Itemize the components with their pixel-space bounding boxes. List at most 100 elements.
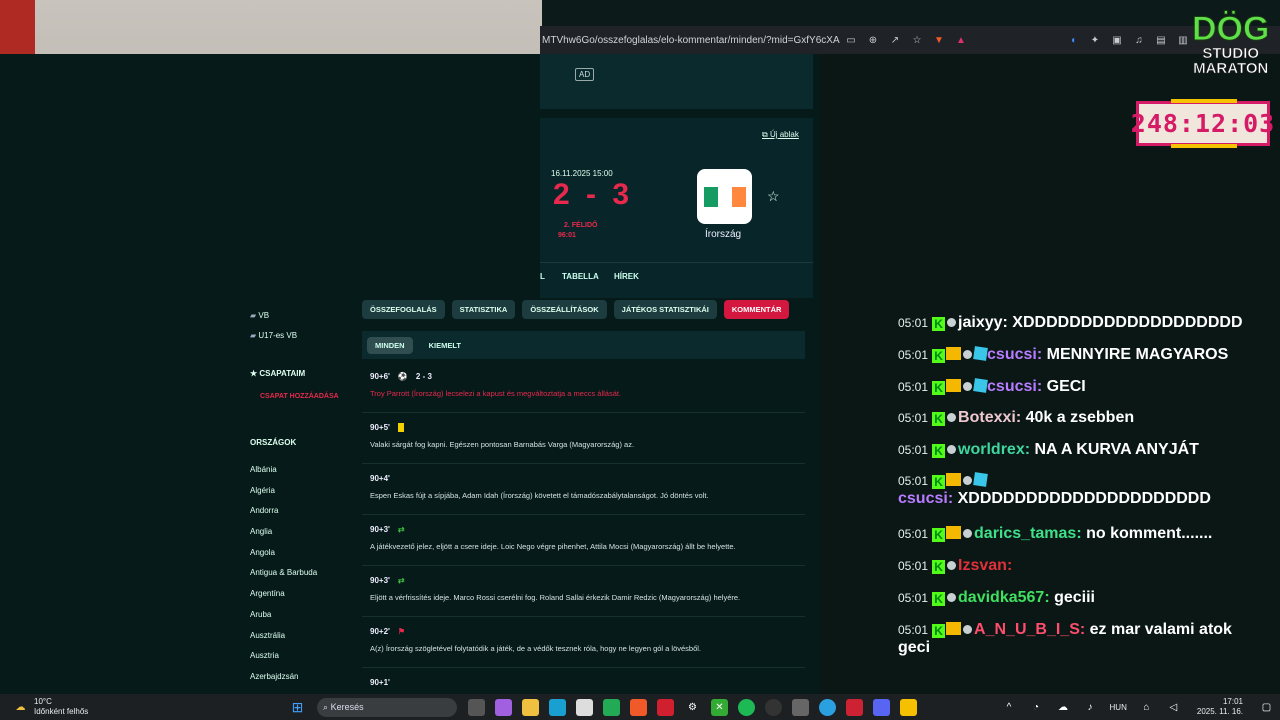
country-item[interactable]: Andorra xyxy=(250,506,350,527)
subtab-highlighted[interactable]: KIEMELT xyxy=(421,337,469,354)
chat-username[interactable]: csucsi xyxy=(987,346,1037,363)
commentary-item: 90+5' Valaki sárgát fog kapni. Egészen p… xyxy=(362,413,805,464)
volume-icon[interactable]: ◁ xyxy=(1165,699,1182,716)
corner-flag-icon: ⚑ xyxy=(397,626,406,636)
chat-text: XDDDDDDDDDDDDDDDDDDDDD xyxy=(957,490,1211,507)
bookmark-icon[interactable]: ☆ xyxy=(911,34,923,46)
brave-shield-icon[interactable]: ▼ xyxy=(933,34,945,46)
ad-badge: AD xyxy=(575,68,595,81)
pill-stats[interactable]: STATISZTIKA xyxy=(451,300,516,319)
app-icon[interactable] xyxy=(657,698,674,716)
calculator-icon[interactable] xyxy=(792,698,809,716)
country-item[interactable]: Aruba xyxy=(250,610,350,631)
store-icon[interactable] xyxy=(576,698,593,716)
ireland-flag-icon[interactable] xyxy=(697,169,752,224)
mic-icon[interactable]: ♪ xyxy=(1082,699,1099,716)
xbox-icon[interactable]: ✕ xyxy=(711,698,728,716)
sidebar-icon[interactable]: ▤ xyxy=(1155,34,1167,46)
task-view-icon[interactable] xyxy=(468,698,485,716)
tab-hirek[interactable]: HÍREK xyxy=(614,272,639,281)
windows-start-icon[interactable]: ⊞ xyxy=(289,699,306,716)
country-item[interactable]: Anglia xyxy=(250,527,350,548)
chat-message: 05:01 Kcsucsi: MENNYIRE MAGYAROS xyxy=(898,346,1229,363)
chat-username[interactable]: Botexxi xyxy=(958,409,1016,426)
audio-icon[interactable]: ◖ xyxy=(1067,34,1079,46)
pill-lineups[interactable]: ÖSSZEÁLLÍTÁSOK xyxy=(522,300,607,319)
commentary-item: 90+4' Espen Eskas fújt a sípjába, Adam I… xyxy=(362,464,805,515)
brave-rewards-icon[interactable]: ▲ xyxy=(955,34,967,46)
substitution-icon: ⇄ xyxy=(397,575,405,585)
chat-username[interactable]: csucsi xyxy=(898,490,948,507)
weather-widget[interactable]: 10°C Időnként felhős xyxy=(34,697,284,717)
chat-username[interactable]: Izsvan xyxy=(958,557,1007,574)
chat-username[interactable]: davidka567 xyxy=(958,589,1044,606)
cloud-icon[interactable]: ☁ xyxy=(1055,699,1072,716)
spotify-icon[interactable] xyxy=(738,698,755,716)
crown-badge-icon xyxy=(946,347,962,360)
file-explorer-icon[interactable] xyxy=(522,698,539,716)
tray-icon[interactable]: ◔ xyxy=(1028,699,1045,716)
sidebar-item-u17[interactable]: ▰ U17-es VB xyxy=(250,331,350,340)
media-icon[interactable]: ♫ xyxy=(1133,34,1145,46)
cube-badge-icon xyxy=(973,346,988,361)
discord-icon[interactable] xyxy=(873,698,890,716)
comment-minute: 90+2' xyxy=(370,626,390,636)
edge-icon[interactable] xyxy=(549,698,566,716)
kick-badge-icon: K xyxy=(932,412,946,426)
country-item[interactable]: Azerbajdzsán xyxy=(250,672,350,693)
address-bar[interactable]: MTVhw6Go/osszefoglalas/elo-kommentar/min… xyxy=(540,35,840,46)
chat-username[interactable]: csucsi xyxy=(987,378,1037,395)
settings-icon[interactable]: ⚙ xyxy=(684,699,701,716)
wallet-icon[interactable]: ▥ xyxy=(1177,34,1189,46)
chat-message: 05:01 K Izsvan: xyxy=(898,557,1013,574)
cast-icon[interactable]: ▭ xyxy=(845,34,857,46)
chat-username[interactable]: worldrex xyxy=(958,441,1025,458)
language-indicator[interactable]: HUN xyxy=(1110,703,1127,712)
match-score: 2 - 3 xyxy=(553,178,634,211)
zoom-icon[interactable]: ⊕ xyxy=(867,34,879,46)
tab-tabella[interactable]: TABELLA xyxy=(562,272,599,281)
taskbar-search[interactable]: ⌕ Keresés xyxy=(317,697,457,717)
user-badge-icon xyxy=(947,561,957,570)
pill-summary[interactable]: ÖSSZEFOGLALÁS xyxy=(362,300,445,319)
comment-text: A(z) Írország szögletével folytatódik a … xyxy=(370,644,702,653)
weather-icon[interactable]: ☁ xyxy=(12,699,29,716)
team-name[interactable]: Írország xyxy=(705,229,741,240)
tab-partial[interactable]: L xyxy=(540,272,545,281)
user-badge-icon xyxy=(963,382,973,391)
sidebar-item-vb[interactable]: ▰ VB xyxy=(250,311,350,320)
obs-icon[interactable] xyxy=(765,698,782,716)
new-window-link[interactable]: ⧉ Új ablak xyxy=(762,130,799,140)
chat-text: MENNYIRE MAGYAROS xyxy=(1046,346,1229,363)
rockstar-icon[interactable] xyxy=(900,698,917,716)
country-item[interactable]: Argentína xyxy=(250,589,350,610)
notifications-icon[interactable]: ▢ xyxy=(1258,699,1275,716)
add-team-link[interactable]: CSAPAT HOZZÁADÁSA xyxy=(250,392,340,401)
commentary-item: 90+3' ⇄ A játékvezető jelez, eljött a cse… xyxy=(362,515,805,566)
screenshot-icon[interactable]: ▣ xyxy=(1111,34,1123,46)
favorite-star-icon[interactable]: ☆ xyxy=(767,188,780,205)
country-item[interactable]: Algéria xyxy=(250,486,350,507)
commentary-item: 90+2' ⚑ A(z) Írország szögletével folytat… xyxy=(362,617,805,668)
country-item[interactable]: Ausztria xyxy=(250,651,350,672)
chat-username[interactable]: A_N_U_B_I_S xyxy=(974,621,1080,638)
brave-icon[interactable] xyxy=(630,698,647,716)
subtab-all[interactable]: MINDEN xyxy=(367,336,413,354)
telegram-icon[interactable] xyxy=(819,698,836,716)
country-item[interactable]: Angola xyxy=(250,548,350,569)
extensions-icon[interactable]: ✦ xyxy=(1089,34,1101,46)
country-item[interactable]: Antigua & Barbuda xyxy=(250,568,350,589)
pill-player-stats[interactable]: JÁTÉKOS STATISZTIKÁI xyxy=(613,300,717,319)
terminal-icon[interactable] xyxy=(603,698,620,716)
clock[interactable]: 17:01 2025. 11. 16. xyxy=(1197,697,1243,717)
app2-icon[interactable] xyxy=(846,698,863,716)
share-icon[interactable]: ↗ xyxy=(889,34,901,46)
chat-username[interactable]: darics_tamas xyxy=(974,525,1076,542)
pill-commentary[interactable]: KOMMENTÁR xyxy=(723,300,790,319)
chat-username[interactable]: jaixyy xyxy=(958,314,1002,331)
country-item[interactable]: Albánia xyxy=(250,465,350,486)
chevron-up-icon[interactable]: ^ xyxy=(1001,699,1018,716)
country-item[interactable]: Ausztrália xyxy=(250,631,350,652)
network-icon[interactable]: ⌂ xyxy=(1138,699,1155,716)
copilot-icon[interactable] xyxy=(495,698,512,716)
